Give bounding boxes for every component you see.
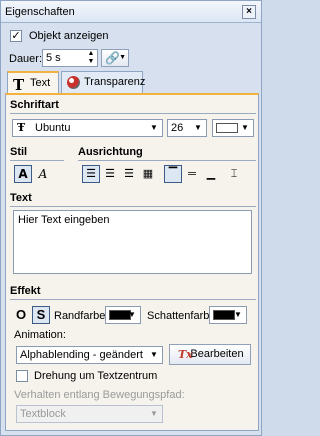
- border-color-label: Randfarbe:: [54, 310, 109, 322]
- show-object-checkbox[interactable]: ✓: [10, 30, 22, 42]
- chevron-down-icon: ▼: [150, 409, 158, 418]
- truetype-font-icon: Ŧ: [17, 121, 26, 134]
- align-right-button[interactable]: ☰: [120, 165, 138, 183]
- chevron-down-icon[interactable]: ▼: [148, 120, 160, 136]
- divider: [10, 113, 256, 114]
- properties-panel: Eigenschaften × ✓ Objekt anzeigen Dauer:…: [0, 0, 262, 436]
- spin-down-icon[interactable]: ▼: [85, 58, 97, 66]
- text-input[interactable]: Hier Text eingeben: [13, 210, 252, 274]
- close-icon[interactable]: ×: [242, 5, 256, 19]
- align-left-button[interactable]: ☰: [82, 165, 100, 183]
- outline-icon: O: [15, 307, 27, 322]
- italic-button[interactable]: A: [34, 165, 52, 183]
- panel-title: Eigenschaften: [5, 6, 75, 18]
- divider: [10, 206, 256, 207]
- valign-top-button[interactable]: ▔: [164, 165, 182, 183]
- text-section-title: Text: [10, 192, 32, 204]
- panel-titlebar: Eigenschaften ×: [1, 1, 261, 23]
- rotate-center-checkbox[interactable]: [16, 370, 28, 382]
- text-input-value: Hier Text eingeben: [18, 214, 110, 226]
- animation-select[interactable]: Alphablending - geändert ▼: [16, 346, 163, 364]
- path-behavior-value: Textblock: [20, 408, 66, 420]
- tab-text-label: Text: [30, 77, 51, 89]
- align-left-icon: ☰: [86, 168, 96, 180]
- tab-bar: T Text Transparenz: [5, 71, 259, 94]
- align-center-icon: ☰: [105, 168, 115, 180]
- text-t-icon: T: [13, 76, 25, 94]
- rotate-center-label: Drehung um Textzentrum: [34, 370, 158, 382]
- font-color-picker[interactable]: ▼: [212, 119, 254, 137]
- font-section-title: Schriftart: [10, 99, 59, 111]
- animation-value: Alphablending - geändert: [20, 349, 143, 361]
- font-size-select[interactable]: 26 ▼: [167, 119, 207, 137]
- valign-bottom-button[interactable]: ▁: [202, 165, 220, 183]
- valign-bottom-icon: ▁: [206, 168, 216, 180]
- duration-label: Dauer:: [9, 53, 43, 65]
- show-object-label: Objekt anzeigen: [29, 30, 109, 42]
- fit-text-icon: ⌶: [230, 168, 238, 180]
- tab-content-text: Schriftart Ŧ Ubuntu ▼ 26 ▼ ▼ Stil Ausric…: [5, 93, 259, 431]
- shadow-icon: S: [36, 307, 46, 322]
- chevron-down-icon[interactable]: ▼: [126, 307, 138, 323]
- effect-section-title: Effekt: [10, 285, 41, 297]
- italic-icon: A: [38, 167, 48, 181]
- style-label: Stil: [10, 146, 28, 158]
- edit-animation-button[interactable]: Tx Bearbeiten: [169, 344, 251, 365]
- chevron-down-icon[interactable]: ▼: [239, 120, 251, 136]
- border-color-picker[interactable]: ▼: [105, 306, 141, 324]
- bold-icon: A: [18, 167, 28, 181]
- divider: [10, 160, 64, 161]
- font-family-select[interactable]: Ŧ Ubuntu ▼: [12, 119, 163, 137]
- shadow-color-picker[interactable]: ▼: [209, 306, 247, 324]
- text-effect-icon: Tx: [178, 348, 193, 361]
- transparency-icon: [67, 76, 80, 89]
- chevron-down-icon[interactable]: ▼: [192, 120, 204, 136]
- tab-text[interactable]: T Text: [7, 71, 59, 94]
- duration-value: 5 s: [46, 52, 61, 64]
- shadow-color-label: Schattenfarbe:: [147, 310, 219, 322]
- link-icon: 🔗: [105, 51, 120, 65]
- chevron-down-icon[interactable]: ▼: [148, 347, 160, 363]
- fit-text-button[interactable]: ⌶: [225, 165, 243, 183]
- divider: [10, 299, 256, 300]
- align-justify-icon: ▦: [142, 168, 154, 180]
- path-behavior-select: Textblock ▼: [16, 405, 163, 423]
- bold-button[interactable]: A: [14, 165, 32, 183]
- chevron-down-icon: ▼: [119, 54, 126, 61]
- divider: [78, 160, 256, 161]
- valign-top-icon: ▔: [168, 168, 178, 180]
- edit-animation-label: Bearbeiten: [190, 348, 244, 360]
- shadow-button[interactable]: S: [32, 306, 50, 324]
- checkmark-icon: ✓: [11, 30, 21, 42]
- tab-transparency-label: Transparenz: [84, 76, 146, 88]
- tab-transparency[interactable]: Transparenz: [61, 71, 146, 93]
- valign-middle-icon: ═: [188, 168, 196, 180]
- align-justify-button[interactable]: ▦: [139, 165, 157, 183]
- spin-up-icon[interactable]: ▲: [85, 50, 97, 58]
- outline-button[interactable]: O: [12, 306, 30, 324]
- font-size-value: 26: [171, 122, 184, 134]
- valign-middle-button[interactable]: ═: [183, 165, 201, 183]
- chevron-down-icon[interactable]: ▼: [232, 307, 244, 323]
- duration-spinner[interactable]: ▲ ▼: [85, 50, 97, 66]
- animation-label: Animation:: [14, 329, 66, 341]
- font-family-value: Ubuntu: [35, 122, 71, 134]
- align-right-icon: ☰: [124, 168, 134, 180]
- alignment-label: Ausrichtung: [78, 146, 143, 158]
- align-center-button[interactable]: ☰: [101, 165, 119, 183]
- path-behavior-label: Verhalten entlang Bewegungspfad:: [14, 389, 185, 401]
- font-color-swatch: [216, 123, 238, 133]
- link-dropdown-button[interactable]: 🔗 ▼: [101, 49, 129, 67]
